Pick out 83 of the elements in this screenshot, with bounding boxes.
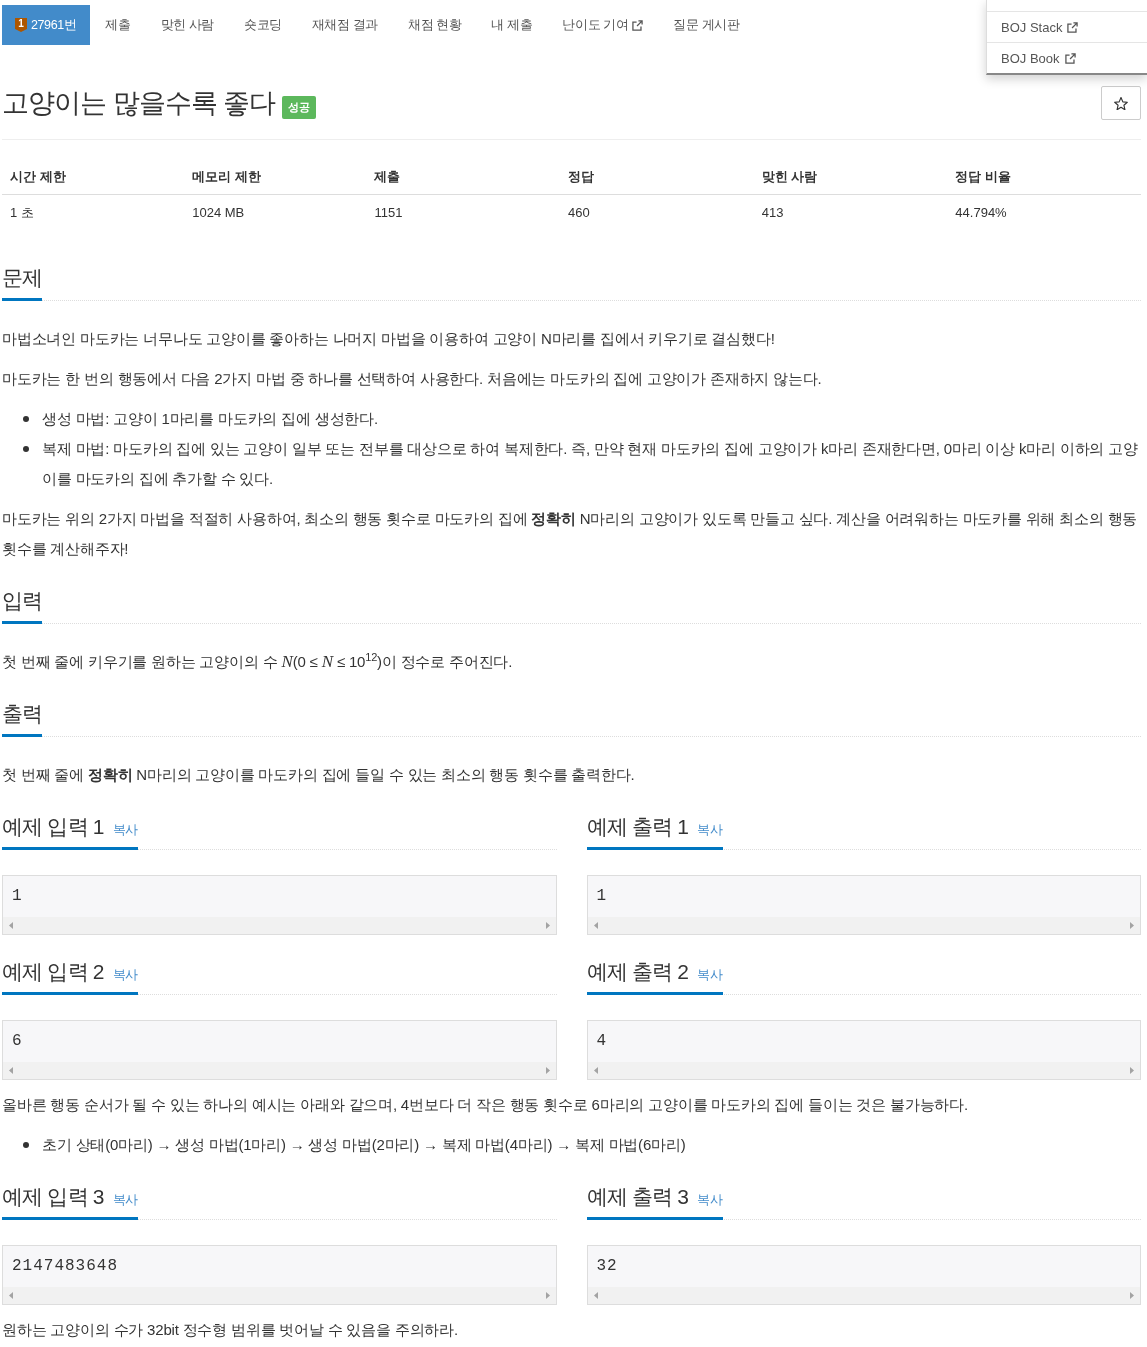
paragraph-text: 첫 번째 줄에 키우기를 원하는 고양이의 수 N(0 ≤ N ≤ 10$^{12}$)이 정수로 주어진다. <box>2 650 514 673</box>
star-button[interactable] <box>1101 86 1141 120</box>
code-text: 32 <box>596 1257 618 1275</box>
nav-tab[interactable]: 재채점 결과 <box>296 5 393 45</box>
table-cell: 1024 MB <box>184 194 367 231</box>
code-text: 4 <box>596 1032 608 1050</box>
column-header: 메모리 제한 <box>184 160 367 195</box>
copy-link[interactable]: 복사 <box>697 968 723 981</box>
nav-tab[interactable]: 맞힌 사람 <box>145 5 230 45</box>
table-cell: 460 <box>560 194 754 231</box>
status-label: 성공 <box>282 96 316 119</box>
code-text: 1 <box>12 887 23 905</box>
sample-title: 예제 출력 3 <box>586 1184 689 1210</box>
column-header: 제출 <box>366 160 561 195</box>
sample-title: 예제 입력 1 <box>2 814 104 840</box>
external-link-icon <box>1067 21 1079 33</box>
nav-tab[interactable]: 채점 현황 <box>392 5 477 45</box>
nav-tab[interactable]: 숏코딩 <box>229 5 297 45</box>
right-triangle-icon[interactable] <box>1130 1067 1134 1074</box>
right-triangle-icon[interactable] <box>545 1067 550 1074</box>
list-item-text: 복제 마법: 마도카의 집에 있는 고양이 일부 또는 전부를 대상으로 하여 복제한다. 즉, 만약 현재 마도카의 집에 고양이가 k마리 존재한다면, 0마리 이상 k마리 이하의 고양이를 마도카의 집에 추가할 수 있다. <box>42 439 1139 489</box>
external-link-icon <box>1064 52 1076 64</box>
column-header: 정답 <box>560 160 754 195</box>
tier-badge: 1 <box>15 18 27 32</box>
horizontal-scrollbar[interactable] <box>3 917 556 934</box>
paragraph-text: 올바른 행동 순서가 될 수 있는 하나의 예시는 아래와 같으며, 4번보다 더 작은 행동 횟수로 6마리의 고양이를 마도카의 집에 들이는 것은 불가능하다. <box>2 1095 969 1115</box>
problem-title: 고양이는 많을수록 좋다 <box>2 87 275 120</box>
table-cell: 44.794% <box>947 194 1141 231</box>
right-triangle-icon[interactable] <box>1130 922 1134 929</box>
star-icon <box>1114 96 1128 110</box>
column-header: 시간 제한 <box>2 160 185 195</box>
list-item-text: 생성 마법: 고양이 1마리를 마도카의 집에 생성한다. <box>42 409 378 429</box>
copy-link[interactable]: 복사 <box>112 1193 139 1206</box>
sample-title: 예제 출력 1 <box>586 814 689 840</box>
right-triangle-icon[interactable] <box>545 1292 550 1299</box>
table-cell: 413 <box>753 194 948 231</box>
nav-tab[interactable]: 제출 <box>90 5 146 45</box>
paragraph-text: 마도카는 한 번의 행동에서 다음 2가지 마법 중 하나를 선택하여 사용한다. 처음에는 마도카의 집에 고양이가 존재하지 않는다. <box>2 369 823 389</box>
code-text: 6 <box>12 1032 23 1050</box>
left-triangle-icon[interactable] <box>9 1067 13 1074</box>
column-header: 정답 비율 <box>947 160 1141 195</box>
sample-title: 예제 입력 2 <box>2 959 104 985</box>
section-heading: 출력 <box>2 697 42 737</box>
sample-title: 예제 입력 3 <box>2 1184 104 1210</box>
horizontal-scrollbar[interactable] <box>587 1062 1140 1079</box>
left-triangle-icon[interactable] <box>593 1067 598 1074</box>
bullet-icon <box>23 416 29 422</box>
left-triangle-icon[interactable] <box>9 1292 13 1299</box>
paragraph-text: 원하는 고양이의 수가 32bit 정수형 범위를 벗어날 수 있음을 주의하라. <box>2 1320 459 1340</box>
table-cell: 1151 <box>366 194 561 231</box>
left-triangle-icon[interactable] <box>9 922 13 929</box>
paragraph-text: 마법소녀인 마도카는 너무나도 고양이를 좋아하는 나머지 마법을 이용하여 고양이 N마리를 집에서 키우기로 결심했다! <box>2 329 776 349</box>
external-link-icon <box>632 19 644 31</box>
copy-link[interactable]: 복사 <box>697 823 723 836</box>
paragraph-text: 마도카는 위의 2가지 마법을 적절히 사용하여, 최소의 행동 횟수로 마도카의 집에 정확히 N마리의 고양이가 있도록 만들고 싶다. 계산을 어려워하는 마도카를 위해 최소의 행동 횟수를 계산해주자! <box>2 509 1139 559</box>
copy-link[interactable]: 복사 <box>112 968 139 981</box>
horizontal-scrollbar[interactable] <box>3 1062 556 1079</box>
right-triangle-icon[interactable] <box>545 922 550 929</box>
table-cell: 1 초 <box>2 194 185 231</box>
paragraph-text: 첫 번째 줄에 정확히 N마리의 고양이를 마도카의 집에 들일 수 있는 최소의 행동 횟수를 출력한다. <box>2 765 636 785</box>
horizontal-scrollbar[interactable] <box>587 1287 1140 1304</box>
menu-item[interactable]: BOJ Book <box>987 42 1147 73</box>
section-heading: 문제 <box>2 261 42 301</box>
left-triangle-icon[interactable] <box>593 1292 598 1299</box>
nav-tab[interactable]: 1 27961번 <box>2 5 91 45</box>
code-text: 2147483648 <box>12 1257 118 1275</box>
horizontal-scrollbar[interactable] <box>3 1287 556 1304</box>
copy-link[interactable]: 복사 <box>697 1193 723 1206</box>
column-header: 맞힌 사람 <box>753 160 948 195</box>
nav-tab[interactable]: 난이도 기여 <box>547 5 659 45</box>
left-triangle-icon[interactable] <box>593 922 598 929</box>
list-item-text: 초기 상태(0마리) → 생성 마법(1마리) → 생성 마법(2마리) → 복제 마법(4마리) → 복제 마법(6마리) <box>42 1135 686 1155</box>
copy-link[interactable]: 복사 <box>112 823 139 836</box>
code-text: 1 <box>596 887 608 905</box>
bullet-icon <box>23 446 29 452</box>
nav-tab[interactable]: 질문 게시판 <box>658 5 755 45</box>
horizontal-scrollbar[interactable] <box>587 917 1140 934</box>
right-triangle-icon[interactable] <box>1130 1292 1134 1299</box>
bullet-icon <box>23 1142 29 1148</box>
section-heading: 입력 <box>2 584 42 624</box>
menu-item[interactable]: BOJ Stack <box>987 11 1147 42</box>
sample-title: 예제 출력 2 <box>586 959 689 985</box>
nav-tab[interactable]: 내 제출 <box>476 5 548 45</box>
